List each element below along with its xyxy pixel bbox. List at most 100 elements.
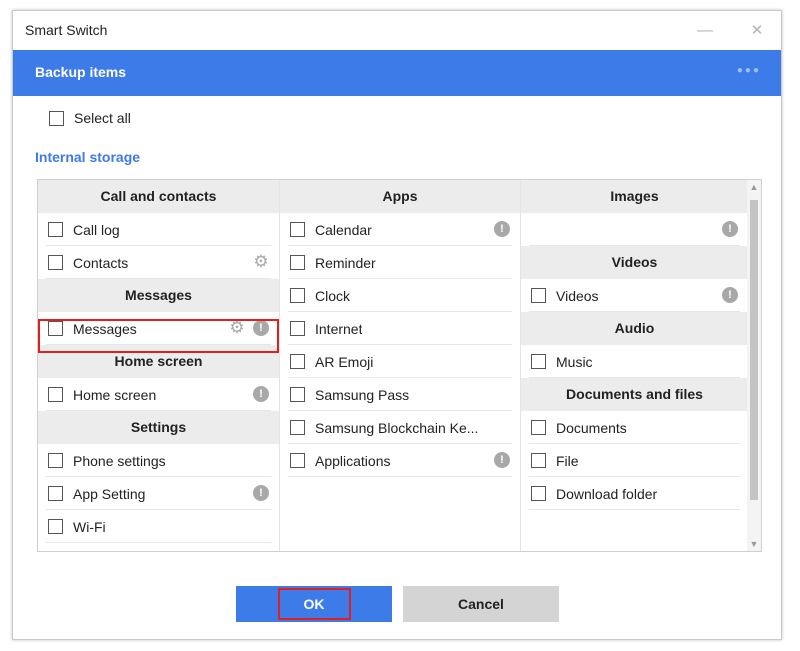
vertical-scrollbar[interactable]: ▲ ▼	[747, 180, 761, 551]
reminder-checkbox[interactable]	[290, 255, 305, 270]
samsung-blockchain-checkbox[interactable]	[290, 420, 305, 435]
app-setting-checkbox[interactable]	[48, 486, 63, 501]
section-images: Images	[521, 180, 748, 213]
section-videos: Videos	[521, 246, 748, 279]
item-label: Download folder	[556, 485, 658, 502]
select-all-checkbox-row[interactable]: Select all	[49, 110, 131, 126]
documents-checkbox[interactable]	[531, 420, 546, 435]
section-home-screen: Home screen	[38, 345, 279, 378]
item-wifi[interactable]: Wi-Fi	[38, 510, 279, 543]
item-label: Home screen	[73, 386, 157, 403]
item-ar-emoji[interactable]: AR Emoji	[280, 345, 520, 378]
section-audio: Audio	[521, 312, 748, 345]
item-samsung-pass[interactable]: Samsung Pass	[280, 378, 520, 411]
home-screen-checkbox[interactable]	[48, 387, 63, 402]
gear-icon[interactable]: ⚙	[253, 253, 269, 270]
column-call-contacts: Call and contacts Call log Contacts ⚙ Me…	[38, 180, 279, 551]
info-icon[interactable]: !	[494, 221, 510, 237]
internal-storage-label: Internal storage	[35, 149, 141, 165]
scrollbar-thumb[interactable]	[750, 200, 758, 500]
item-images[interactable]: !	[521, 213, 748, 246]
item-applications[interactable]: Applications !	[280, 444, 520, 477]
contacts-checkbox[interactable]	[48, 255, 63, 270]
section-documents-and-files: Documents and files	[521, 378, 748, 411]
item-documents[interactable]: Documents	[521, 411, 748, 444]
scroll-down-icon[interactable]: ▼	[747, 539, 761, 549]
applications-checkbox[interactable]	[290, 453, 305, 468]
item-app-setting[interactable]: App Setting !	[38, 477, 279, 510]
ok-button[interactable]: OK	[236, 586, 392, 622]
call-log-checkbox[interactable]	[48, 222, 63, 237]
backup-items-header: Backup items ●●●	[13, 50, 781, 96]
item-label: Applications	[315, 452, 391, 469]
gear-icon[interactable]: ⚙	[229, 319, 245, 336]
ok-label: OK	[277, 588, 351, 620]
item-label: AR Emoji	[315, 353, 374, 370]
internet-checkbox[interactable]	[290, 321, 305, 336]
item-label: Clock	[315, 287, 351, 304]
select-all-label: Select all	[74, 110, 131, 126]
item-reminder[interactable]: Reminder	[280, 246, 520, 279]
window-title: Smart Switch	[25, 22, 108, 38]
item-label: Music	[556, 353, 593, 370]
calendar-checkbox[interactable]	[290, 222, 305, 237]
item-phone-settings[interactable]: Phone settings	[38, 444, 279, 477]
item-label: Videos	[556, 287, 599, 304]
item-download-folder[interactable]: Download folder	[521, 477, 748, 510]
item-contacts[interactable]: Contacts ⚙	[38, 246, 279, 279]
select-all-checkbox[interactable]	[49, 110, 64, 126]
minimize-icon[interactable]: —	[691, 19, 719, 43]
samsung-pass-checkbox[interactable]	[290, 387, 305, 402]
title-bar: Smart Switch — ✕	[13, 11, 781, 51]
item-videos[interactable]: Videos !	[521, 279, 748, 312]
section-messages: Messages	[38, 279, 279, 312]
section-settings: Settings	[38, 411, 279, 444]
scroll-up-icon[interactable]: ▲	[747, 182, 761, 192]
smart-switch-window: Smart Switch — ✕ Backup items ●●● Select…	[12, 10, 782, 640]
more-options-icon[interactable]: ●●●	[737, 65, 761, 76]
item-samsung-blockchain[interactable]: Samsung Blockchain Ke...	[280, 411, 520, 444]
item-label: Samsung Pass	[315, 386, 410, 403]
file-checkbox[interactable]	[531, 453, 546, 468]
info-icon[interactable]: !	[494, 452, 510, 468]
section-apps: Apps	[280, 180, 520, 213]
item-label: Calendar	[315, 221, 372, 238]
section-call-and-contacts: Call and contacts	[38, 180, 279, 213]
column-apps: Apps Calendar ! Reminder Clock Internet …	[279, 180, 520, 551]
item-label: Wi-Fi	[73, 518, 106, 535]
item-label: Samsung Blockchain Ke...	[315, 419, 479, 436]
close-icon[interactable]: ✕	[743, 19, 771, 43]
item-music[interactable]: Music	[521, 345, 748, 378]
info-icon[interactable]: !	[253, 485, 269, 501]
music-checkbox[interactable]	[531, 354, 546, 369]
item-label: App Setting	[73, 485, 146, 502]
info-icon[interactable]: !	[722, 287, 738, 303]
clock-checkbox[interactable]	[290, 288, 305, 303]
download-folder-checkbox[interactable]	[531, 486, 546, 501]
info-icon[interactable]: !	[722, 221, 738, 237]
item-home-screen[interactable]: Home screen !	[38, 378, 279, 411]
item-label: Reminder	[315, 254, 376, 271]
wifi-checkbox[interactable]	[48, 519, 63, 534]
item-clock[interactable]: Clock	[280, 279, 520, 312]
item-label: Messages	[73, 320, 137, 337]
item-file[interactable]: File	[521, 444, 748, 477]
item-messages[interactable]: Messages ⚙ !	[38, 312, 279, 345]
ar-emoji-checkbox[interactable]	[290, 354, 305, 369]
phone-settings-checkbox[interactable]	[48, 453, 63, 468]
info-icon[interactable]: !	[253, 386, 269, 402]
backup-items-grid: Call and contacts Call log Contacts ⚙ Me…	[37, 179, 762, 552]
videos-checkbox[interactable]	[531, 288, 546, 303]
item-label: Contacts	[73, 254, 129, 271]
item-label: Internet	[315, 320, 363, 337]
item-label: Documents	[556, 419, 627, 436]
item-label: File	[556, 452, 579, 469]
header-title: Backup items	[35, 64, 127, 80]
item-label: Call log	[73, 221, 120, 238]
messages-checkbox[interactable]	[48, 321, 63, 336]
info-icon[interactable]: !	[253, 320, 269, 336]
cancel-button[interactable]: Cancel	[403, 586, 559, 622]
item-calendar[interactable]: Calendar !	[280, 213, 520, 246]
item-call-log[interactable]: Call log	[38, 213, 279, 246]
item-internet[interactable]: Internet	[280, 312, 520, 345]
